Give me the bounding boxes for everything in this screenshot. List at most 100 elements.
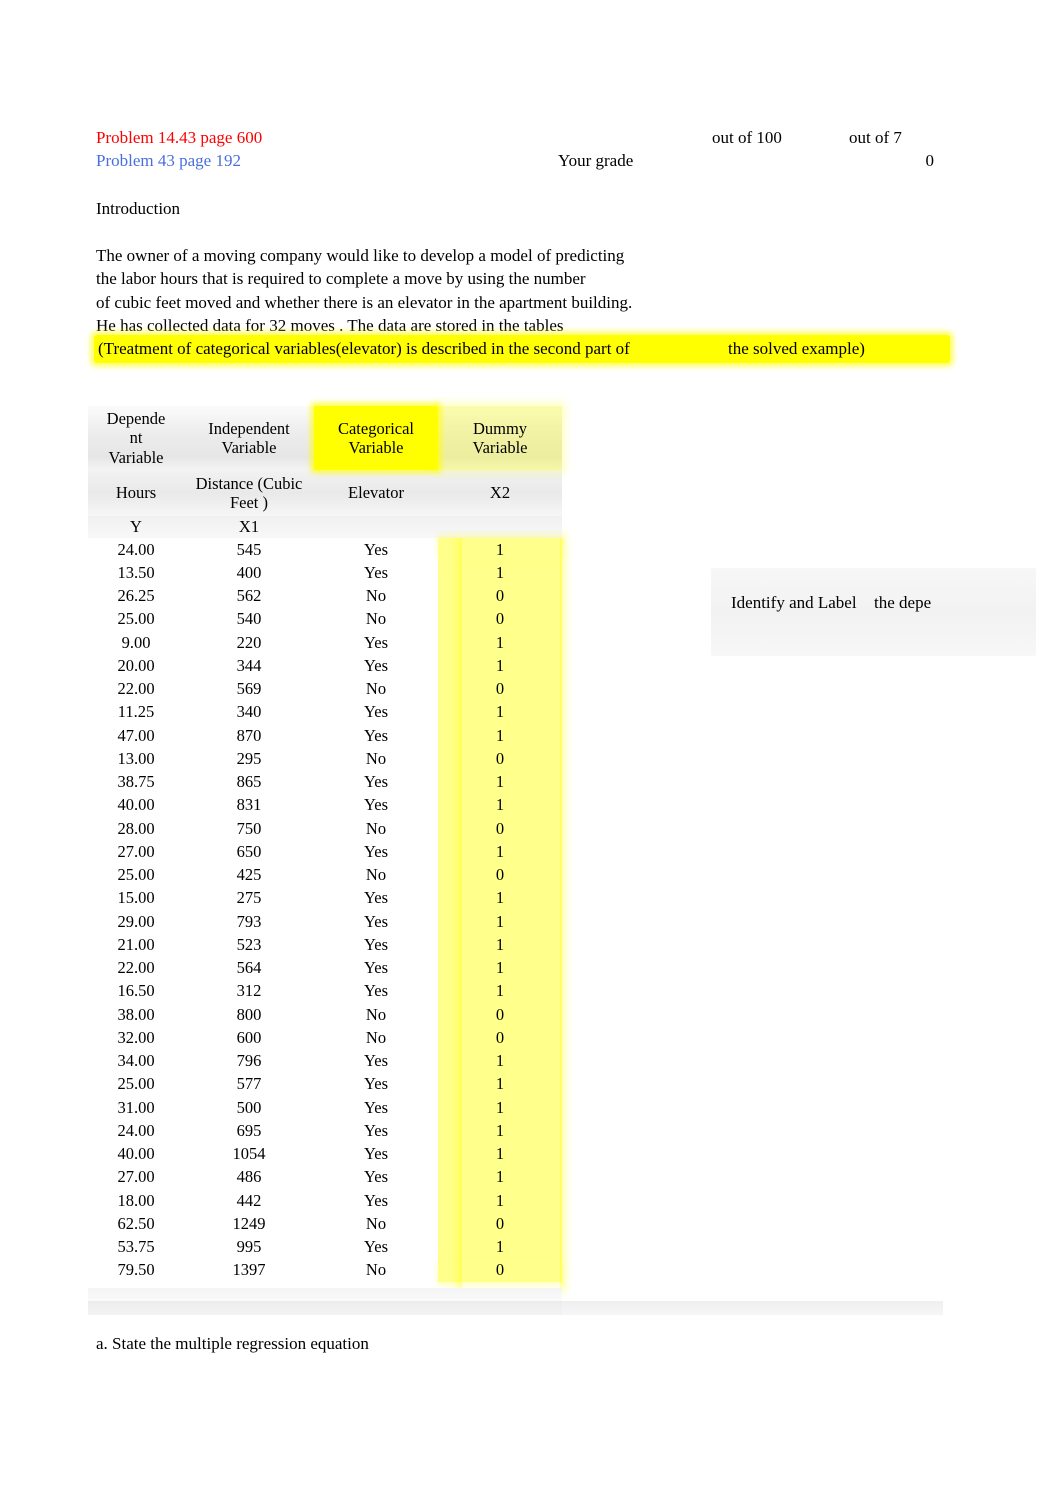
cell-elevator: No [365,1027,387,1047]
cell-distance: 564 [236,958,262,978]
table-row: 40.00 831 Yes 1 [88,793,562,817]
cell-elevator: Yes [363,1097,388,1117]
cell-hours: 15.00 [117,888,155,908]
cell-x2: 0 [438,1003,562,1027]
cell-x2: 0 [438,817,562,841]
cell-elevator: Yes [363,725,388,745]
cell-x2: 1 [438,538,562,562]
cell-hours: 25.00 [117,1074,155,1094]
cell-elevator: Yes [363,934,388,954]
cell-elevator: Yes [363,702,388,722]
table-row: 31.00 500 Yes 1 [88,1096,562,1120]
table-row: 40.00 1054 Yes 1 [88,1142,562,1166]
cell-elevator: Yes [363,841,388,861]
cell-hours: 25.00 [117,609,155,629]
cell-distance: 750 [236,818,262,838]
cell-distance: 831 [236,795,262,815]
cell-hours: 24.00 [117,1120,155,1140]
cell-distance: 569 [236,679,262,699]
header-symbol-blank-x2 [438,516,562,538]
introduction-paragraph: The owner of a moving company would like… [96,244,632,337]
cell-elevator: Yes [363,632,388,652]
cell-elevator: Yes [363,795,388,815]
table-row: 25.00 577 Yes 1 [88,1072,562,1096]
table-row: 32.00 600 No 0 [88,1026,562,1050]
cell-x2: 0 [438,863,562,887]
cell-hours: 34.00 [117,1051,155,1071]
table-row: 20.00 344 Yes 1 [88,654,562,678]
table-row: 25.00 425 No 0 [88,863,562,887]
cell-elevator: Yes [363,1237,388,1257]
cell-hours: 79.50 [117,1260,155,1280]
cell-x2: 1 [438,1072,562,1096]
cell-distance: 577 [236,1074,262,1094]
introduction-line: of cubic feet moved and whether there is… [96,292,633,312]
identify-and-label-callout: Identify and Label the depe [711,568,1036,656]
table-header-row-symbols: Y X1 [88,516,562,538]
table-header-row-variable-type: Depende nt Variable Independent Variable Ca… [88,406,562,470]
cell-x2: 1 [438,1189,562,1213]
table-row: 16.50 312 Yes 1 [88,979,562,1003]
cell-elevator: No [365,748,387,768]
table-row: 22.00 564 Yes 1 [88,956,562,980]
cell-distance: 800 [236,1004,262,1024]
cell-hours: 24.00 [117,539,155,559]
cell-elevator: Yes [363,1120,388,1140]
header-categorical-variable: Categorical Variable [314,406,438,470]
table-row: 18.00 442 Yes 1 [88,1189,562,1213]
cell-distance: 545 [236,539,262,559]
cell-elevator: Yes [363,1144,388,1164]
cell-distance: 500 [236,1097,262,1117]
cell-distance: 442 [236,1190,262,1210]
cell-hours: 13.50 [117,562,155,582]
callout-text-secondary: the depe [874,593,932,612]
cell-distance: 650 [236,841,262,861]
introduction-line: The owner of a moving company would like… [96,246,625,265]
cell-x2: 0 [438,1212,562,1236]
cell-elevator: Yes [363,1051,388,1071]
cell-elevator: Yes [363,1074,388,1094]
note-left-text: (Treatment of categorical variables(elev… [98,339,630,358]
table-row: 21.00 523 Yes 1 [88,933,562,957]
cell-distance: 340 [236,702,262,722]
cell-distance: 540 [236,609,262,629]
cell-elevator: No [365,679,387,699]
cell-x2: 0 [438,584,562,608]
table-row: 13.00 295 No 0 [88,747,562,771]
cell-elevator: Yes [363,911,388,931]
table-row: 15.00 275 Yes 1 [88,886,562,910]
cell-hours: 13.00 [117,748,155,768]
cell-x2: 1 [438,793,562,817]
cell-hours: 38.75 [117,772,155,792]
cell-x2: 0 [438,677,562,701]
cell-x2: 1 [438,956,562,980]
cell-hours: 11.25 [117,702,155,722]
cell-x2: 1 [438,840,562,864]
table-row: 26.25 562 No 0 [88,584,562,608]
cell-x2: 1 [438,1096,562,1120]
cell-x2: 1 [438,700,562,724]
cell-hours: 32.00 [117,1027,155,1047]
cell-x2: 1 [438,654,562,678]
cell-x2: 1 [438,1165,562,1189]
cell-hours: 62.50 [117,1213,155,1233]
cell-hours: 26.25 [117,586,155,606]
cell-elevator: No [365,1004,387,1024]
cell-elevator: No [365,1213,387,1233]
cell-distance: 600 [236,1027,262,1047]
cell-x2: 1 [438,933,562,957]
cell-elevator: No [365,586,387,606]
cell-elevator: No [365,818,387,838]
cell-elevator: Yes [363,1167,388,1187]
cell-x2: 1 [438,979,562,1003]
table-row: 13.50 400 Yes 1 [88,561,562,585]
cell-elevator: Yes [363,1190,388,1210]
header-symbol-y: Y [130,517,142,537]
question-part-a: a. State the multiple regression equatio… [96,1334,369,1353]
introduction-heading: Introduction [96,199,181,218]
cell-x2: 1 [438,910,562,934]
callout-text-primary: Identify and Label [731,593,857,612]
cell-distance: 220 [236,632,262,652]
cell-hours: 47.00 [117,725,155,745]
cell-hours: 38.00 [117,1004,155,1024]
